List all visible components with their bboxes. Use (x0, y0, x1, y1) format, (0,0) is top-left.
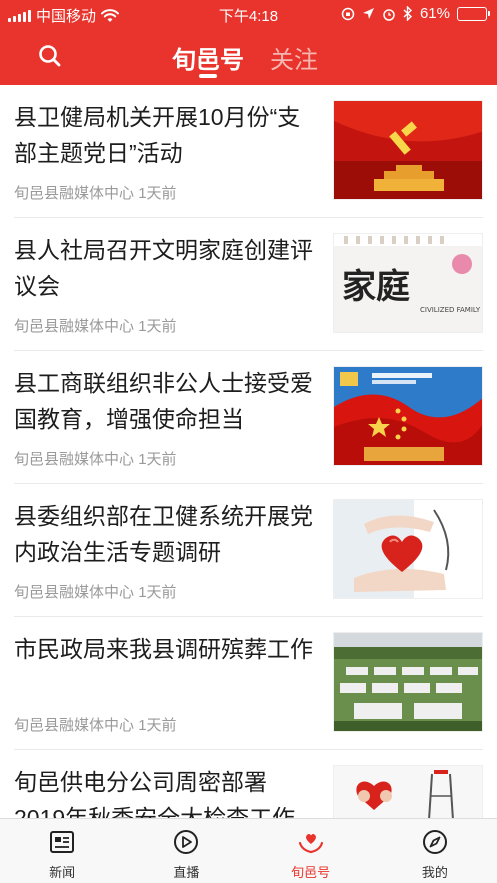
news-meta: 旬邑县融媒体中心 1天前 (14, 318, 177, 335)
battery-icon (457, 6, 490, 21)
news-item[interactable]: 县人社局召开文明家庭创建评议会 旬邑县融媒体中心 1天前 家庭 CIVILIZE… (14, 218, 483, 351)
news-title: 旬邑供电分公司周密部署2019年秋季安全大检查工作 (14, 769, 296, 818)
tab-follow[interactable]: 关注 (270, 40, 318, 78)
news-title: 县人社局召开文明家庭创建评议会 (14, 237, 313, 299)
news-meta: 旬邑县融媒体中心 1天前 (14, 717, 177, 734)
news-item[interactable]: 县委组织部在卫健系统开展党内政治生活专题调研 旬邑县融媒体中心 1天前 (14, 484, 483, 617)
search-icon[interactable] (36, 42, 64, 70)
news-item[interactable]: 市民政局来我县调研殡葬工作 旬邑县融媒体中心 1天前 (14, 617, 483, 750)
bottom-tab-label: 直播 (173, 865, 200, 880)
bottom-tab-xunyihao[interactable]: 旬邑号 (249, 819, 373, 883)
news-item[interactable]: 旬邑供电分公司周密部署2019年秋季安全大检查工作 (14, 750, 483, 818)
bluetooth-icon (403, 6, 412, 21)
bottom-tab-label: 旬邑号 (291, 865, 331, 880)
bottom-tab-live[interactable]: 直播 (124, 819, 248, 883)
app-header: 中国移动 下午4:18 61% 旬邑号 关注 (0, 0, 497, 85)
news-title: 县委组织部在卫健系统开展党内政治生活专题调研 (14, 503, 313, 565)
news-icon (50, 831, 75, 853)
bottom-tab-label: 新闻 (49, 865, 76, 880)
svg-text:家庭: 家庭 (342, 267, 410, 307)
heart-hands-image (333, 499, 483, 599)
status-bar: 中国移动 下午4:18 61% (0, 0, 497, 28)
top-tabs: 旬邑号 关注 (172, 40, 318, 78)
bottom-tab-mine[interactable]: 我的 (373, 819, 497, 883)
location-icon (362, 8, 374, 19)
alarm-icon (383, 8, 395, 21)
news-title: 县卫健局机关开展10月份“支部主题党日”活动 (14, 104, 301, 166)
play-icon (174, 830, 199, 854)
news-title: 县工商联组织非公人士接受爱国教育，增强使命担当 (14, 370, 313, 432)
news-meta: 旬邑县融媒体中心 1天前 (14, 185, 177, 202)
heart-hands-icon (298, 834, 323, 854)
bottom-tab-bar: 新闻 直播 旬邑号 我的 (0, 818, 497, 883)
party-flag-image (333, 100, 483, 200)
tab-xunyihao[interactable]: 旬邑号 (172, 40, 244, 78)
power-safety-image (333, 765, 483, 818)
news-meta: 旬邑县融媒体中心 1天前 (14, 451, 177, 468)
family-calligraphy-image: 家庭 CIVILIZED FAMILY (333, 233, 483, 333)
bottom-tab-label: 我的 (421, 865, 448, 880)
cemetery-image (333, 632, 483, 732)
compass-icon (422, 830, 447, 854)
news-meta: 旬邑县融媒体中心 1天前 (14, 584, 177, 601)
news-feed: 县卫健局机关开展10月份“支部主题党日”活动 旬邑县融媒体中心 1天前 县人社局… (0, 85, 497, 818)
active-tab-indicator (199, 74, 217, 78)
rotation-lock-icon (341, 7, 355, 20)
svg-text:CIVILIZED FAMILY: CIVILIZED FAMILY (420, 306, 481, 314)
nav-bar: 旬邑号 关注 (0, 28, 497, 85)
battery-percent: 61% (419, 5, 450, 22)
bottom-tab-news[interactable]: 新闻 (0, 819, 124, 883)
news-item[interactable]: 县工商联组织非公人士接受爱国教育，增强使命担当 旬邑县融媒体中心 1天前 (14, 351, 483, 484)
news-title: 市民政局来我县调研殡葬工作 (14, 636, 313, 662)
news-item[interactable]: 县卫健局机关开展10月份“支部主题党日”活动 旬邑县融媒体中心 1天前 (14, 85, 483, 218)
national-flag-image (333, 366, 483, 466)
